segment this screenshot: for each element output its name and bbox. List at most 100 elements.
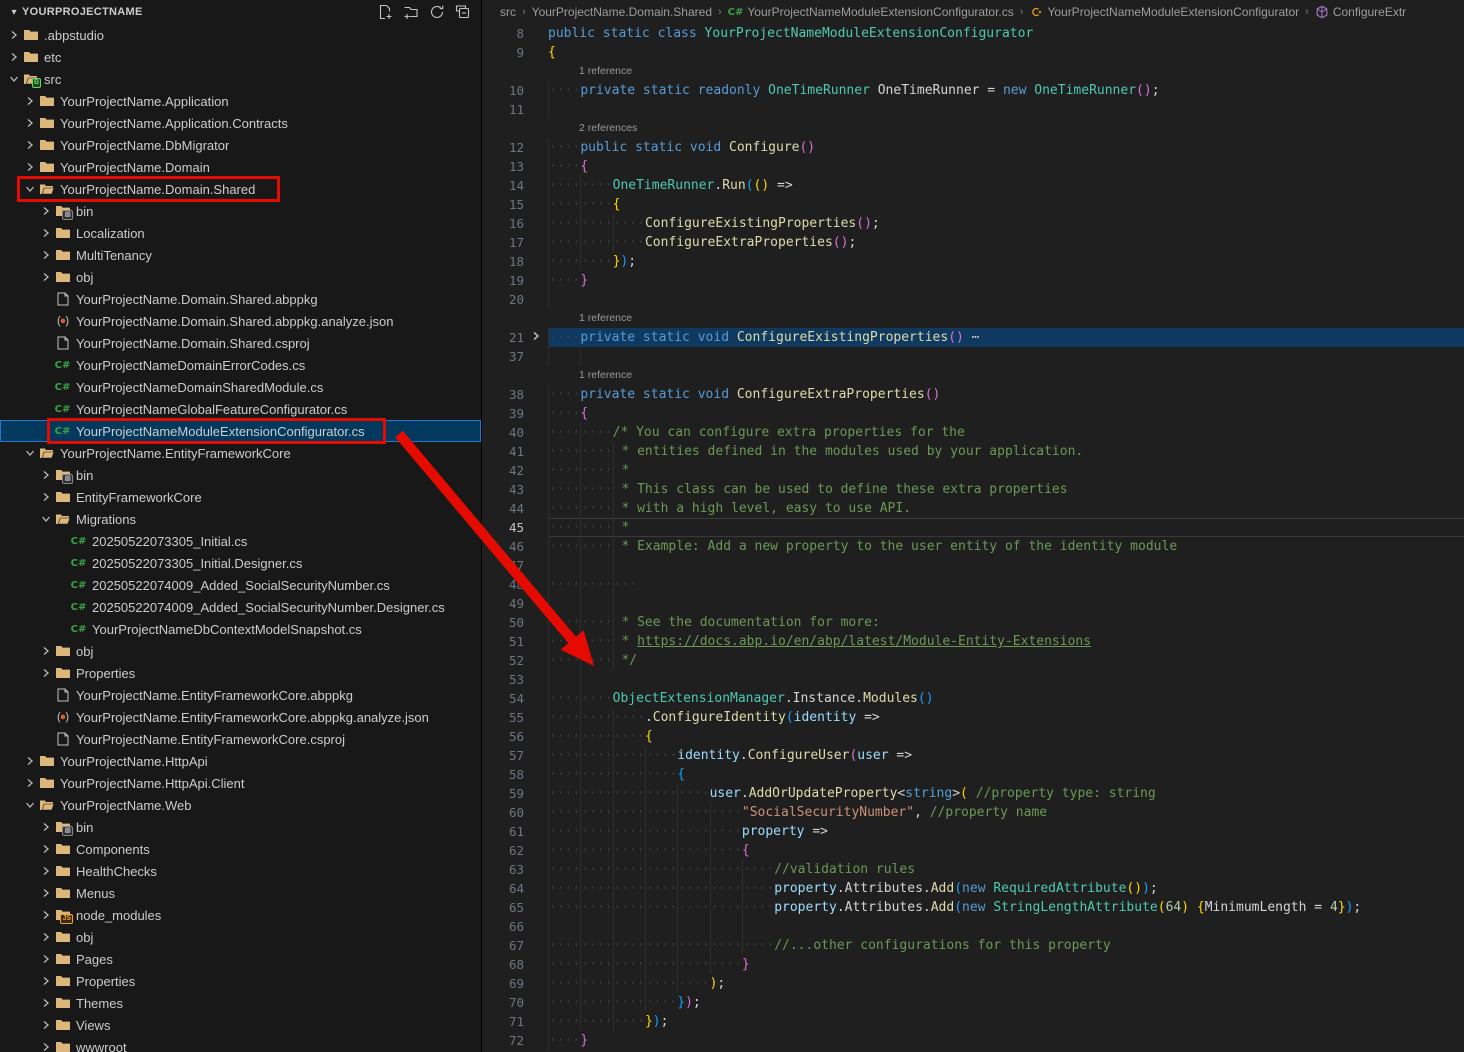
tree-item-yourprojectnamedomainsharedmodule-cs[interactable]: C#YourProjectNameDomainSharedModule.cs [0, 376, 481, 398]
tree-item-yourprojectname-domain[interactable]: YourProjectName.Domain [0, 156, 481, 178]
tree-item-yourprojectname-entityframeworkcore-abppkg[interactable]: YourProjectName.EntityFrameworkCore.abpp… [0, 684, 481, 706]
chevron-right-icon[interactable] [38, 866, 54, 876]
code-line-47[interactable]: 47 [482, 556, 1464, 575]
tree-item-bin[interactable]: ▩bin [0, 464, 481, 486]
chevron-right-icon[interactable] [38, 492, 54, 502]
code-line-62[interactable]: 62························{ [482, 841, 1464, 860]
code-line-11[interactable]: 11 [482, 100, 1464, 119]
fold-chevron-right-icon[interactable] [524, 328, 548, 347]
doc-link[interactable]: https://docs.abp.io/en/abp/latest/Module… [637, 632, 1091, 651]
code-line-70[interactable]: 70················}); [482, 993, 1464, 1012]
tree-item-properties[interactable]: Properties [0, 970, 481, 992]
breadcrumb-item[interactable]: C#YourProjectNameModuleExtensionConfigur… [728, 5, 1014, 19]
tree-item-yourprojectnamemoduleextensionconfigurator-cs[interactable]: C#YourProjectNameModuleExtensionConfigur… [0, 420, 481, 442]
tree-item-20250522073305-initial-cs[interactable]: C#20250522073305_Initial.cs [0, 530, 481, 552]
chevron-down-icon[interactable] [22, 184, 38, 194]
tree-item-node-modules[interactable]: JSnode_modules [0, 904, 481, 926]
code-line-66[interactable]: 66 [482, 917, 1464, 936]
tree-item-yourprojectnamedomainerrorcodes-cs[interactable]: C#YourProjectNameDomainErrorCodes.cs [0, 354, 481, 376]
chevron-right-icon[interactable] [38, 822, 54, 832]
tree-item-yourprojectname-entityframeworkcore[interactable]: YourProjectName.EntityFrameworkCore [0, 442, 481, 464]
tree-item-yourprojectnamedbcontextmodelsnapshot-cs[interactable]: C#YourProjectNameDbContextModelSnapshot.… [0, 618, 481, 640]
tree-item-menus[interactable]: Menus [0, 882, 481, 904]
code-line-44[interactable]: 44········ * with a high level, easy to … [482, 499, 1464, 518]
refresh-icon[interactable] [427, 2, 447, 22]
tree-item-bin[interactable]: ▩bin [0, 200, 481, 222]
chevron-right-icon[interactable] [6, 30, 22, 40]
tree-item-themes[interactable]: Themes [0, 992, 481, 1014]
new-folder-icon[interactable] [401, 2, 421, 22]
tree-item-obj[interactable]: obj [0, 926, 481, 948]
tree-item-yourprojectname-domain-shared[interactable]: YourProjectName.Domain.Shared [0, 178, 481, 200]
code-line-37[interactable]: 37 [482, 347, 1464, 366]
code-line-57[interactable]: 57················identity.ConfigureUser… [482, 746, 1464, 765]
chevron-right-icon[interactable] [38, 910, 54, 920]
tree-item-entityframeworkcore[interactable]: EntityFrameworkCore [0, 486, 481, 508]
chevron-right-icon[interactable] [38, 954, 54, 964]
code-line-50[interactable]: 50········ * See the documentation for m… [482, 613, 1464, 632]
tree-item-yourprojectname-httpapi-client[interactable]: YourProjectName.HttpApi.Client [0, 772, 481, 794]
code-line-49[interactable]: 49 [482, 594, 1464, 613]
tree-item-20250522073305-initial-designer-cs[interactable]: C#20250522073305_Initial.Designer.cs [0, 552, 481, 574]
tree-item-20250522074009-added-socialsecuritynumber-cs[interactable]: C#20250522074009_Added_SocialSecurityNum… [0, 574, 481, 596]
chevron-right-icon[interactable] [38, 272, 54, 282]
tree-item-views[interactable]: Views [0, 1014, 481, 1036]
code-line-39[interactable]: 39····{ [482, 404, 1464, 423]
chevron-right-icon[interactable] [6, 52, 22, 62]
chevron-right-icon[interactable] [38, 844, 54, 854]
chevron-down-icon[interactable]: ▾ [6, 7, 22, 18]
code-line-60[interactable]: 60························"SocialSecurit… [482, 803, 1464, 822]
chevron-right-icon[interactable] [38, 998, 54, 1008]
tree-item-src[interactable]: Bsrc [0, 68, 481, 90]
tree-item-components[interactable]: Components [0, 838, 481, 860]
chevron-down-icon[interactable] [6, 74, 22, 84]
codelens-reference[interactable]: 1 reference [482, 366, 1464, 385]
code-line-69[interactable]: 69····················); [482, 974, 1464, 993]
chevron-right-icon[interactable] [38, 1020, 54, 1030]
tree-item--abpstudio[interactable]: .abpstudio [0, 24, 481, 46]
tree-item-etc[interactable]: etc [0, 46, 481, 68]
chevron-right-icon[interactable] [38, 646, 54, 656]
code-line-20[interactable]: 20 [482, 290, 1464, 309]
tree-item-yourprojectname-application[interactable]: YourProjectName.Application [0, 90, 481, 112]
chevron-right-icon[interactable] [38, 206, 54, 216]
code-line-10[interactable]: 10····private static readonly OneTimeRun… [482, 81, 1464, 100]
chevron-right-icon[interactable] [22, 756, 38, 766]
tree-item-multitenancy[interactable]: MultiTenancy [0, 244, 481, 266]
chevron-right-icon[interactable] [38, 1042, 54, 1052]
chevron-right-icon[interactable] [38, 888, 54, 898]
code-line-51[interactable]: 51········ * https://docs.abp.io/en/abp/… [482, 632, 1464, 651]
code-line-41[interactable]: 41········ * entities defined in the mod… [482, 442, 1464, 461]
breadcrumb-item[interactable]: src [500, 5, 516, 19]
tree-item-healthchecks[interactable]: HealthChecks [0, 860, 481, 882]
chevron-right-icon[interactable] [22, 118, 38, 128]
tree-item-20250522074009-added-socialsecuritynumber-designer-cs[interactable]: C#20250522074009_Added_SocialSecurityNum… [0, 596, 481, 618]
code-line-72[interactable]: 72····} [482, 1031, 1464, 1050]
code-area[interactable]: 8public static class YourProjectNameModu… [482, 24, 1464, 1052]
code-line-19[interactable]: 19····} [482, 271, 1464, 290]
code-line-45[interactable]: 45········ * [482, 518, 1464, 537]
code-line-52[interactable]: 52········ */ [482, 651, 1464, 670]
code-line-46[interactable]: 46········ * Example: Add a new property… [482, 537, 1464, 556]
tree-item-yourprojectname-dbmigrator[interactable]: YourProjectName.DbMigrator [0, 134, 481, 156]
code-line-71[interactable]: 71············}); [482, 1012, 1464, 1031]
code-line-12[interactable]: 12····public static void Configure() [482, 138, 1464, 157]
code-line-17[interactable]: 17············ConfigureExtraProperties()… [482, 233, 1464, 252]
code-line-21[interactable]: 21····private static void ConfigureExist… [482, 328, 1464, 347]
collapse-all-icon[interactable] [453, 2, 473, 22]
tree-item-yourprojectname-application-contracts[interactable]: YourProjectName.Application.Contracts [0, 112, 481, 134]
tree-item-yourprojectnameglobalfeatureconfigurator-cs[interactable]: C#YourProjectNameGlobalFeatureConfigurat… [0, 398, 481, 420]
codelens-reference[interactable]: 1 reference [482, 62, 1464, 81]
code-line-55[interactable]: 55············.ConfigureIdentity(identit… [482, 708, 1464, 727]
chevron-right-icon[interactable] [38, 470, 54, 480]
tree-item-pages[interactable]: Pages [0, 948, 481, 970]
tree-item-obj[interactable]: obj [0, 640, 481, 662]
tree-item-properties[interactable]: Properties [0, 662, 481, 684]
code-line-67[interactable]: 67····························//...other… [482, 936, 1464, 955]
tree-item-migrations[interactable]: Migrations [0, 508, 481, 530]
codelens-reference[interactable]: 1 reference [482, 309, 1464, 328]
code-line-65[interactable]: 65····························property.A… [482, 898, 1464, 917]
code-line-53[interactable]: 53 [482, 670, 1464, 689]
code-line-56[interactable]: 56············{ [482, 727, 1464, 746]
code-line-14[interactable]: 14········OneTimeRunner.Run(() => [482, 176, 1464, 195]
